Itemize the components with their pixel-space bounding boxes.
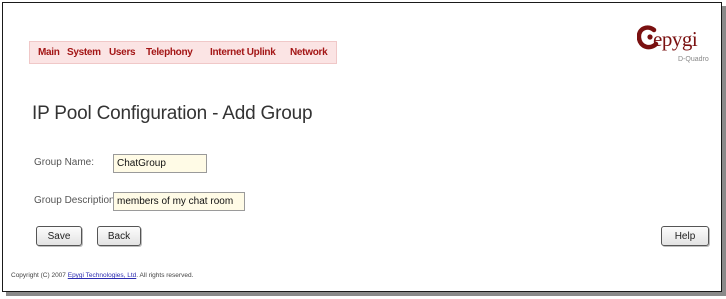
epygi-logo: epygi D-Quadro xyxy=(637,25,719,63)
copyright-suffix: . All rights reserved. xyxy=(136,272,194,279)
copyright-footer: Copyright (C) 2007 Epygi Technologies, L… xyxy=(11,272,193,279)
app-window: Main System Users Telephony Internet Upl… xyxy=(2,2,722,292)
main-menu-bar: Main System Users Telephony Internet Upl… xyxy=(29,41,337,64)
group-description-input[interactable] xyxy=(113,192,245,211)
help-button[interactable]: Help xyxy=(661,226,709,246)
group-name-input[interactable] xyxy=(113,154,207,173)
logo-product-name: D-Quadro xyxy=(678,56,709,63)
menu-item-telephony[interactable]: Telephony xyxy=(146,47,193,58)
logo-wordmark: epygi xyxy=(653,27,698,51)
company-link[interactable]: Epygi Technologies, Ltd xyxy=(68,272,137,279)
menu-item-system[interactable]: System xyxy=(67,47,101,58)
save-button[interactable]: Save xyxy=(36,226,82,246)
group-name-label: Group Name: xyxy=(34,157,95,168)
copyright-prefix: Copyright (C) 2007 xyxy=(11,272,68,279)
menu-item-internet-uplink[interactable]: Internet Uplink xyxy=(210,47,276,58)
group-description-label: Group Description: xyxy=(34,195,118,206)
menu-item-main[interactable]: Main xyxy=(38,47,60,58)
menu-item-network[interactable]: Network xyxy=(290,47,328,58)
page-title: IP Pool Configuration - Add Group xyxy=(32,103,313,124)
menu-item-users[interactable]: Users xyxy=(109,47,136,58)
back-button[interactable]: Back xyxy=(97,226,141,246)
